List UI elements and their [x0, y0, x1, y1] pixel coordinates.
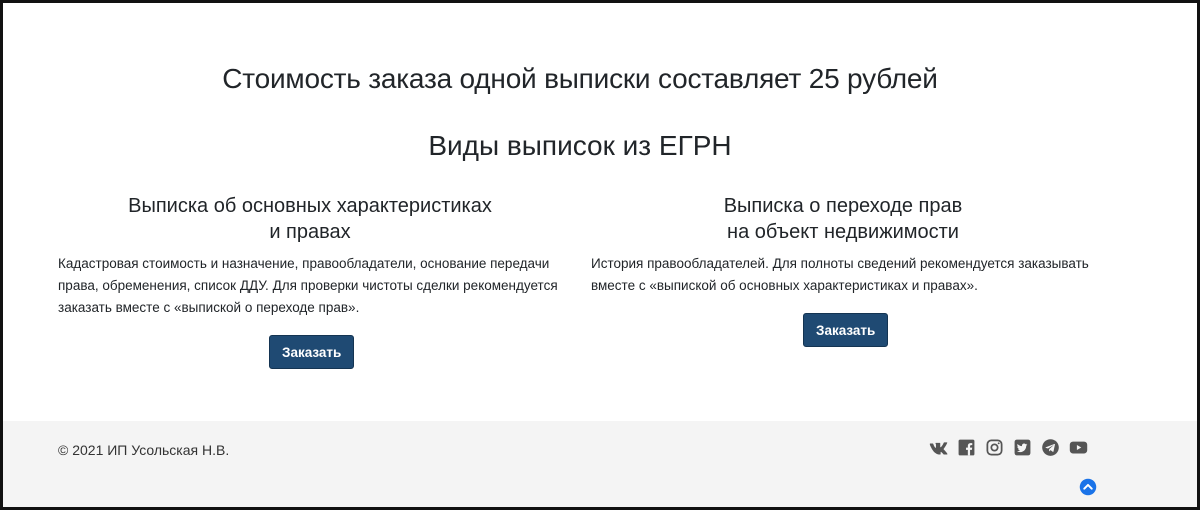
vk-icon[interactable] [929, 438, 948, 457]
chevron-up-circle-icon[interactable] [1079, 478, 1097, 496]
copyright-text: © 2021 ИП Усольская Н.В. [58, 442, 230, 458]
order-button-transfer[interactable]: Заказать [803, 313, 889, 347]
price-heading: Стоимость заказа одной выписки составляе… [222, 63, 938, 94]
card-description-transfer: История правообладателей. Для полноты св… [591, 256, 1089, 293]
card-title-line: Выписка об основных характеристиках [128, 195, 492, 217]
footer: © 2021 ИП Усольская Н.В. [3, 421, 1197, 507]
card-title-transfer: Выписка о переходе прав на объект недвиж… [673, 193, 1013, 245]
order-button-basic[interactable]: Заказать [269, 335, 355, 369]
twitter-icon[interactable] [1013, 438, 1032, 457]
facebook-icon[interactable] [957, 438, 976, 457]
card-title-basic: Выписка об основных характеристиках и пр… [115, 193, 505, 245]
card-title-line: и правах [269, 221, 351, 243]
social-links [929, 438, 1088, 457]
card-description-basic: Кадастровая стоимость и назначение, прав… [58, 256, 558, 315]
youtube-icon[interactable] [1069, 438, 1088, 457]
card-title-line: Выписка о переходе прав [723, 195, 963, 217]
telegram-icon[interactable] [1041, 438, 1060, 457]
instagram-icon[interactable] [985, 438, 1004, 457]
page: Стоимость заказа одной выписки составляе… [0, 0, 1200, 510]
section-title: Виды выписок из ЕГРН [428, 130, 732, 161]
card-title-line: на объект недвижимости [727, 221, 959, 243]
